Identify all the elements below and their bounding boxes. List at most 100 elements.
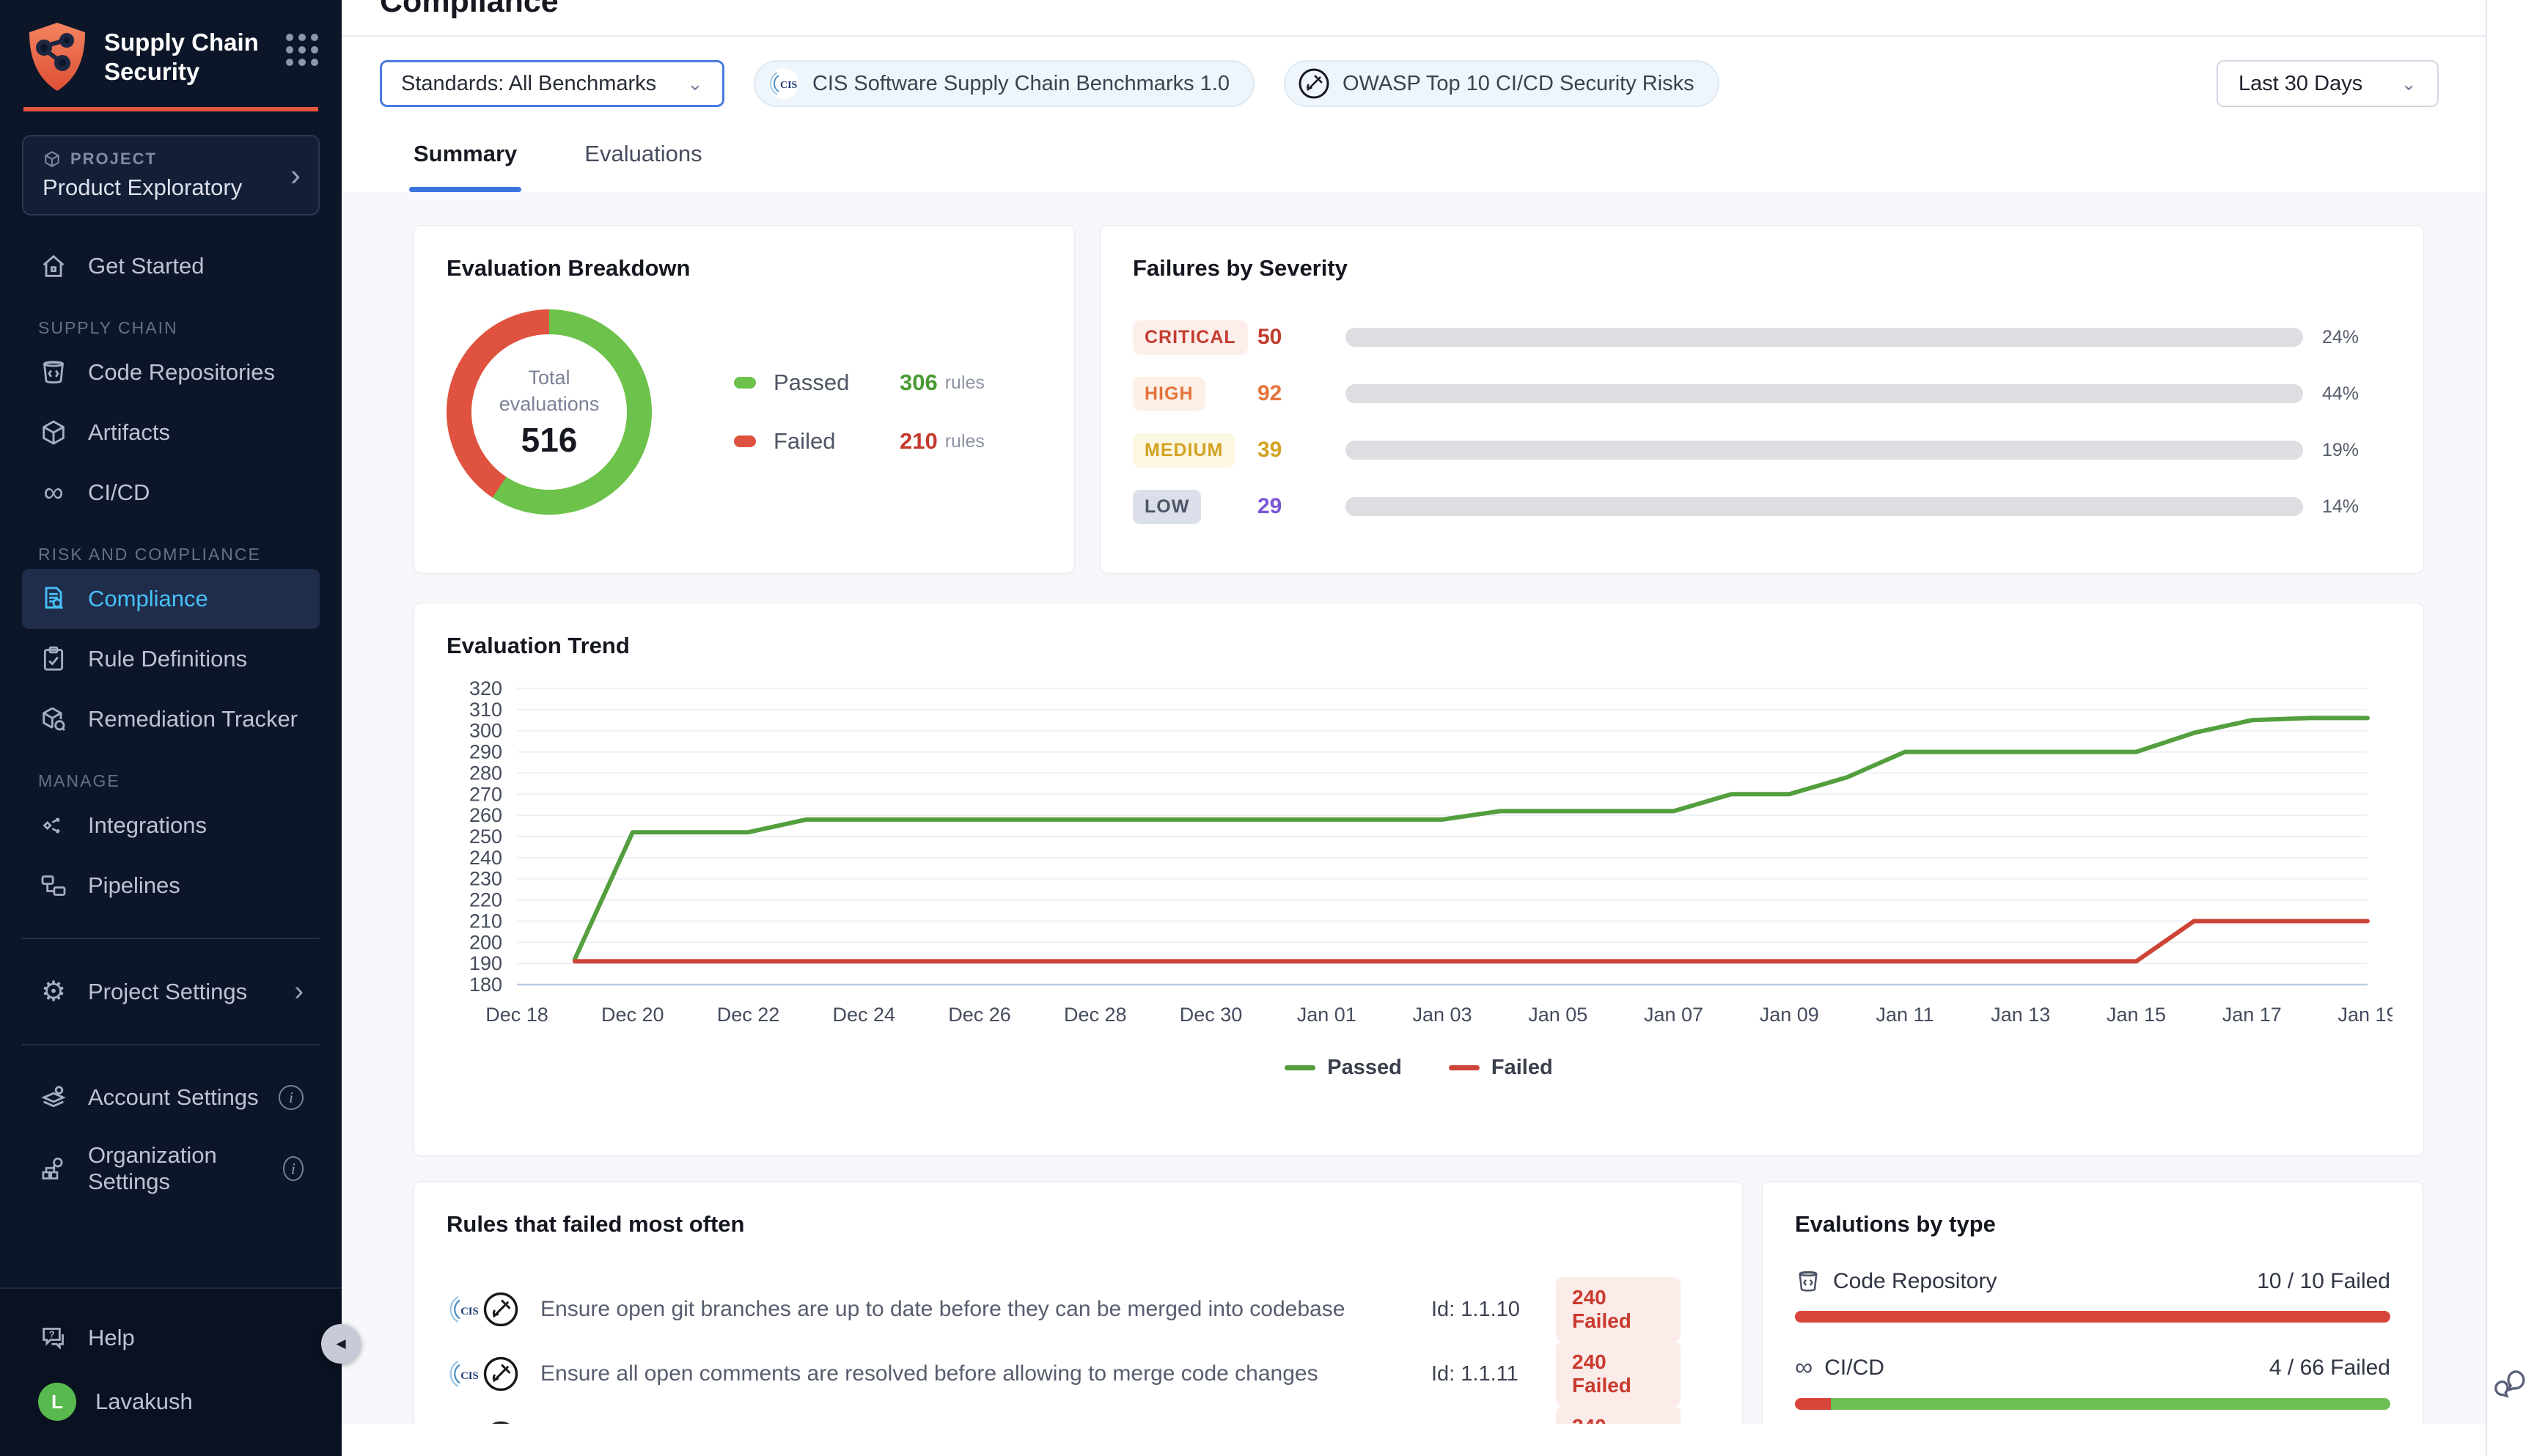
svg-text:190: 190 xyxy=(469,952,502,974)
svg-text:Dec 18: Dec 18 xyxy=(485,1004,548,1026)
rule-text: Ensure open git branches are up to date … xyxy=(540,1297,1431,1322)
sidebar-item-remediation-tracker[interactable]: Remediation Tracker xyxy=(22,689,320,749)
page-header: Compliance xyxy=(342,0,2534,35)
severity-bar xyxy=(1345,497,2303,516)
passed-rules-count: 306 xyxy=(900,369,938,396)
svg-text:240: 240 xyxy=(469,847,502,869)
owasp-logo-icon xyxy=(1297,67,1331,100)
svg-text:260: 260 xyxy=(469,804,502,826)
severity-badge: MEDIUM xyxy=(1133,433,1235,468)
tab-summary[interactable]: Summary xyxy=(414,141,517,192)
rule-icons: CIS xyxy=(447,1419,540,1424)
code-repository-icon xyxy=(38,357,69,388)
cis-logo-icon: CIS xyxy=(447,1419,485,1424)
svg-text:Jan 07: Jan 07 xyxy=(1644,1004,1703,1026)
sidebar-item-help[interactable]: ? Help xyxy=(22,1308,320,1368)
sidebar-item-get-started[interactable]: Get Started xyxy=(22,236,320,296)
info-icon[interactable]: i xyxy=(279,1085,304,1110)
passed-line-swatch xyxy=(1285,1065,1315,1070)
svg-text:CIS: CIS xyxy=(780,80,798,91)
app-switcher-grid-icon[interactable] xyxy=(286,34,318,66)
benchmark-chip-owasp[interactable]: OWASP Top 10 CI/CD Security Risks xyxy=(1284,60,1719,107)
code-repository-icon xyxy=(1795,1268,1821,1295)
svg-text:Jan 19: Jan 19 xyxy=(2337,1004,2392,1026)
right-gutter xyxy=(2486,0,2534,1456)
rule-row[interactable]: CIS Ensure all open comments are resolve… xyxy=(447,1342,1710,1399)
card-title: Rules that failed most often xyxy=(447,1211,1710,1238)
sidebar-bottom-panel: ? Help L Lavakush xyxy=(0,1287,342,1456)
evaluation-trend-line-chart: 1801902002102202302402502602702802903003… xyxy=(447,678,2392,1045)
card-title: Evalutions by type xyxy=(1795,1211,2390,1238)
rule-id: Id: 1.1.11 xyxy=(1431,1362,1556,1386)
info-icon[interactable]: i xyxy=(283,1156,304,1181)
legend-failed: Failed xyxy=(1449,1056,1553,1080)
chat-help-icon[interactable] xyxy=(2491,1365,2532,1406)
sidebar-item-account-settings[interactable]: Account Settings i xyxy=(22,1067,320,1128)
divider xyxy=(22,1044,320,1045)
section-supply-chain: SUPPLY CHAIN xyxy=(22,318,320,338)
severity-badge: LOW xyxy=(1133,490,1201,524)
rule-text: Ensure all open comments are resolved be… xyxy=(540,1361,1431,1386)
bytype-row-code-repository: Code Repository 10 / 10 Failed xyxy=(1795,1268,2390,1323)
svg-text:220: 220 xyxy=(469,889,502,911)
svg-text:Jan 15: Jan 15 xyxy=(2107,1004,2166,1026)
section-manage: MANAGE xyxy=(22,771,320,791)
clipboard-check-icon xyxy=(38,644,69,674)
sidebar-user[interactable]: L Lavakush xyxy=(22,1368,320,1435)
card-title: Evaluation Breakdown xyxy=(447,255,1042,282)
svg-text:CIS: CIS xyxy=(460,1370,479,1382)
organization-icon xyxy=(38,1153,69,1184)
svg-text:210: 210 xyxy=(469,910,502,932)
date-range-dropdown[interactable]: Last 30 Days ⌄ xyxy=(2217,60,2439,107)
tab-evaluations[interactable]: Evaluations xyxy=(584,141,702,192)
svg-text:Dec 28: Dec 28 xyxy=(1064,1004,1127,1026)
sidebar-collapse-button[interactable]: ◀ xyxy=(321,1324,361,1364)
svg-text:320: 320 xyxy=(469,678,502,699)
rule-id: Id: 1.1.10 xyxy=(1431,1298,1556,1322)
bytype-bar xyxy=(1795,1398,2390,1410)
logo-row: Supply Chain Security xyxy=(0,0,342,94)
owasp-logo-icon xyxy=(482,1290,520,1328)
svg-text:Dec 24: Dec 24 xyxy=(833,1004,896,1026)
benchmark-chip-cis[interactable]: CIS CIS Software Supply Chain Benchmarks… xyxy=(754,60,1255,107)
failed-rules-count: 210 xyxy=(900,428,938,455)
chevron-right-icon: › xyxy=(290,158,301,193)
svg-text:290: 290 xyxy=(469,741,502,763)
severity-row-medium: MEDIUM 39 19% xyxy=(1133,433,2391,468)
failed-line-swatch xyxy=(1449,1065,1480,1070)
sidebar: Supply Chain Security PROJECT Product Ex… xyxy=(0,0,342,1456)
project-selector[interactable]: PROJECT Product Exploratory › xyxy=(22,135,320,216)
gear-icon: ⚙ xyxy=(38,977,69,1007)
sidebar-item-project-settings[interactable]: ⚙ Project Settings › xyxy=(22,961,320,1022)
failed-count-badge: 240 Failed xyxy=(1556,1342,1681,1406)
sidebar-item-code-repositories[interactable]: Code Repositories xyxy=(22,342,320,402)
artifact-box-icon xyxy=(38,417,69,448)
sidebar-item-organization-settings[interactable]: Organization Settings i xyxy=(22,1128,320,1210)
sidebar-item-compliance[interactable]: Compliance xyxy=(22,569,320,629)
severity-percent: 24% xyxy=(2303,327,2391,348)
rules-failed-card: Rules that failed most often CIS Ensure … xyxy=(414,1181,1743,1424)
standards-filter-dropdown[interactable]: Standards: All Benchmarks ⌄ xyxy=(380,60,724,107)
sidebar-item-cicd[interactable]: ∞ CI/CD xyxy=(22,463,320,523)
svg-text:Jan 17: Jan 17 xyxy=(2222,1004,2282,1026)
integrations-icon xyxy=(38,810,69,841)
failed-count-badge: 240 Failed xyxy=(1556,1277,1681,1342)
severity-badge: CRITICAL xyxy=(1133,320,1248,355)
svg-text:200: 200 xyxy=(469,931,502,953)
app-root: Supply Chain Security PROJECT Product Ex… xyxy=(0,0,2534,1456)
sidebar-item-rule-definitions[interactable]: Rule Definitions xyxy=(22,629,320,689)
avatar: L xyxy=(38,1383,76,1421)
svg-text:?: ? xyxy=(49,1328,55,1339)
sidebar-item-integrations[interactable]: Integrations xyxy=(22,795,320,856)
project-label: PROJECT xyxy=(70,150,157,169)
bytype-bar xyxy=(1795,1311,2390,1323)
sidebar-item-pipelines[interactable]: Pipelines xyxy=(22,856,320,916)
svg-text:Jan 05: Jan 05 xyxy=(1528,1004,1587,1026)
svg-text:310: 310 xyxy=(469,699,502,721)
svg-text:Jan 03: Jan 03 xyxy=(1412,1004,1472,1026)
rule-row[interactable]: CIS Ensure verifying signed commits of n… xyxy=(447,1406,1710,1424)
svg-text:250: 250 xyxy=(469,826,502,848)
section-risk-and-compliance: RISK AND COMPLIANCE xyxy=(22,545,320,565)
sidebar-item-artifacts[interactable]: Artifacts xyxy=(22,402,320,463)
rule-row[interactable]: CIS Ensure open git branches are up to d… xyxy=(447,1277,1710,1334)
